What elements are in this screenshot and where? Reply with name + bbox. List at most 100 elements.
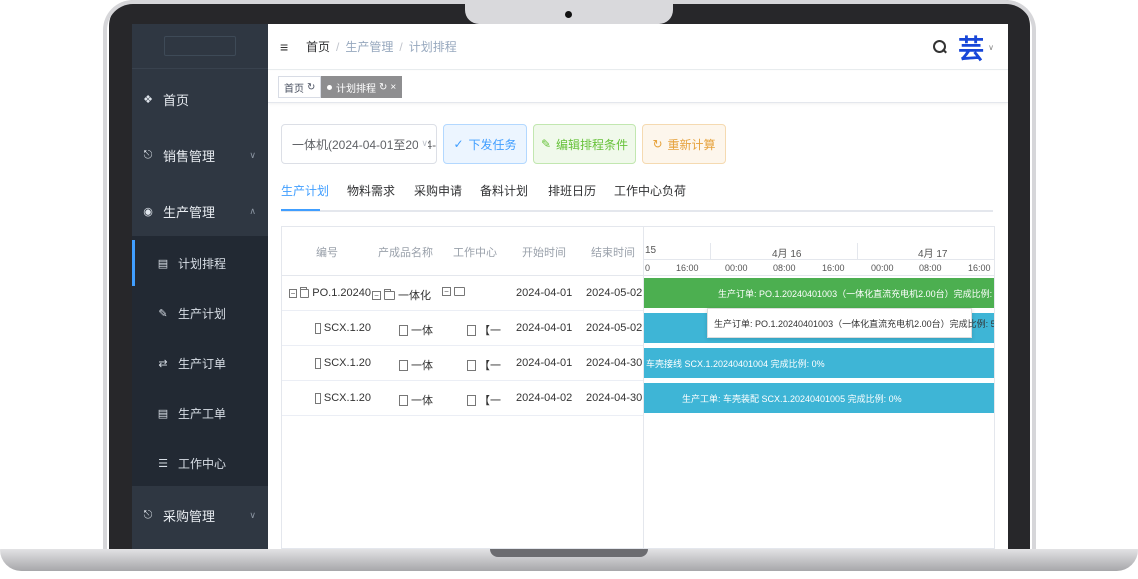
product-cell: − 一体化 (372, 287, 438, 303)
sidebar-item-order[interactable]: ⇄ 生产订单 (132, 340, 268, 386)
plan-select[interactable]: 一体机(2024-04-01至2024-0 ∨ (281, 124, 437, 164)
sidebar-item-label: 采购管理 (163, 508, 216, 524)
tag-label: 计划排程 (336, 83, 376, 95)
tags-view: 首页 ↻ 计划排程 ↻ × (268, 71, 1008, 103)
gantt-bar-task[interactable]: 车壳接线 SCX.1.20240401004 完成比例: 0% (644, 348, 994, 378)
sidebar: ❖ 首页 ⎋ 销售管理 ∨ ◉ 生产管理 ∧ ▤ 计划排程 ✎ 生产计划 ⇄ 生… (132, 24, 268, 549)
file-icon (315, 392, 321, 404)
logo-area (132, 24, 268, 69)
collapse-icon[interactable]: − (372, 290, 381, 300)
chevron-down-icon: ∨ (418, 138, 428, 149)
close-icon[interactable]: × (390, 82, 396, 93)
tab-purchase-request[interactable]: 采购申请 (414, 182, 462, 199)
chevron-down-icon: ∨ (249, 149, 256, 160)
sidebar-item-sales[interactable]: ⎋ 销售管理 ∨ (132, 132, 268, 178)
gantt-bar-order[interactable]: 生产订单: PO.1.20240401003（一体化直流充电机2.00台）完成比… (644, 278, 994, 308)
table-row[interactable]: SCX.1.20 一体 【一 2024-04-01 2024-04-30 (282, 346, 644, 381)
caret-down-icon[interactable]: ∨ (988, 43, 994, 52)
product-cell: 一体 (399, 322, 439, 338)
edit-conditions-button[interactable]: ✎ 编辑排程条件 (533, 124, 636, 164)
file-icon (467, 324, 476, 336)
tab-shift-calendar[interactable]: 排班日历 (548, 182, 596, 199)
sidebar-item-plan[interactable]: ✎ 生产计划 (132, 290, 268, 336)
day-label: 4月 16 (772, 249, 802, 260)
sidebar-item-schedule[interactable]: ▤ 计划排程 (132, 240, 268, 286)
schedule-icon: ▤ (157, 257, 169, 270)
day-label: 15 (645, 245, 657, 256)
hour-label: 08:00 (773, 263, 796, 273)
tab-production-plan[interactable]: 生产计划 (281, 182, 329, 199)
refresh-icon[interactable]: ↻ (379, 82, 387, 93)
product-text: 一体 (411, 360, 433, 372)
production-icon: ◉ (143, 205, 153, 218)
sidebar-item-label: 计划排程 (178, 256, 227, 271)
breadcrumb-current: 计划排程 (408, 40, 457, 54)
code-text: SCX.1.20 (323, 322, 371, 334)
folder-icon (299, 287, 310, 298)
product-cell: 一体 (399, 357, 439, 373)
code-cell: SCX.1.20 (315, 392, 371, 404)
sidebar-item-home[interactable]: ❖ 首页 (132, 76, 268, 122)
start-cell: 2024-04-01 (516, 287, 573, 299)
main-content: ≡ 首页 / 生产管理 / 计划排程 芸 ∨ 首页 ↻ 计划排程 ↻ × 一体机… (268, 24, 1008, 549)
production-submenu: ▤ 计划排程 ✎ 生产计划 ⇄ 生产订单 ▤ 生产工单 ☰ 工作中心 (132, 236, 268, 486)
breadcrumb-home[interactable]: 首页 (306, 38, 330, 55)
breadcrumb-production[interactable]: 生产管理 (345, 38, 393, 55)
top-navbar: ≡ 首页 / 生产管理 / 计划排程 芸 ∨ (268, 24, 1008, 70)
sidebar-item-label: 生产计划 (178, 306, 227, 321)
plan-grid: 编号 产成品名称 工作中心 开始时间 结束时间 − PO.1.20240 − 一… (281, 226, 644, 549)
table-row[interactable]: − PO.1.20240 − 一体化 − 2024-04-01 2024-05-… (282, 276, 644, 311)
file-icon (315, 357, 321, 369)
button-label: 编辑排程条件 (556, 137, 629, 152)
product-text: 一体 (411, 325, 433, 337)
gantt-bar-task[interactable]: 生产工单: 车壳装配 SCX.1.20240401005 完成比例: 0% (644, 383, 994, 413)
end-cell: 2024-04-30 (586, 392, 643, 404)
start-cell: 2024-04-01 (516, 322, 573, 334)
code-cell: − PO.1.20240 (289, 287, 371, 299)
tab-material-prep[interactable]: 备料计划 (480, 182, 528, 199)
dispatch-task-button[interactable]: ✓ 下发任务 (443, 124, 527, 164)
bar-label: 车壳接线 SCX.1.20240401004 完成比例: 0% (646, 358, 825, 369)
sidebar-item-workcenter[interactable]: ☰ 工作中心 (132, 440, 268, 486)
gantt-hour-scale: 0 16:00 00:00 08:00 16:00 00:00 08:00 16… (644, 260, 994, 276)
hamburger-icon[interactable]: ≡ (280, 39, 296, 55)
tab-workcenter-load[interactable]: 工作中心负荷 (614, 182, 686, 199)
workcenter-cell: 【一 (467, 392, 505, 408)
start-cell: 2024-04-02 (516, 392, 573, 404)
hour-label: 16:00 (822, 263, 845, 273)
collapse-icon[interactable]: − (442, 287, 451, 296)
tab-material-demand[interactable]: 物料需求 (347, 182, 395, 199)
recalculate-button[interactable]: ↻ 重新计算 (642, 124, 726, 164)
refresh-icon: ↻ (652, 137, 663, 151)
tag-home[interactable]: 首页 ↻ (278, 76, 322, 98)
file-icon (467, 394, 476, 406)
file-icon (467, 359, 476, 371)
gantt-chart: 15 4月 16 4月 17 0 16:00 00:00 08:00 16:00… (643, 226, 995, 549)
column-header: 编号 (316, 247, 338, 259)
table-row[interactable]: SCX.1.20 一体 【一 2024-04-01 2024-05-02 (282, 311, 644, 346)
collapse-icon[interactable]: − (289, 288, 297, 298)
product-text: 一体 (411, 395, 433, 407)
tag-schedule[interactable]: 计划排程 ↻ × (321, 76, 403, 98)
search-icon[interactable] (932, 39, 948, 55)
folder-icon (454, 287, 465, 296)
sidebar-item-production[interactable]: ◉ 生产管理 ∧ (132, 188, 268, 234)
end-cell: 2024-05-02 (586, 287, 643, 299)
table-row[interactable]: SCX.1.20 一体 【一 2024-04-02 2024-04-30 (282, 381, 644, 416)
sales-icon: ⎋ (143, 148, 153, 161)
hour-label: 0 (645, 263, 651, 273)
workcenter-text: 【一 (479, 325, 501, 337)
dashboard-icon: ❖ (143, 93, 153, 106)
camera-icon (565, 11, 572, 18)
tag-label: 首页 (284, 83, 304, 95)
file-icon (399, 359, 408, 371)
workcenter-icon: ☰ (158, 457, 168, 470)
sidebar-item-label: 生产工单 (178, 406, 227, 421)
refresh-icon[interactable]: ↻ (307, 82, 315, 93)
sidebar-item-label: 首页 (163, 92, 190, 108)
topbar-right: 芸 ∨ (932, 24, 1008, 70)
sidebar-item-purchase[interactable]: ⎋ 采购管理 ∨ (132, 492, 268, 538)
button-label: 重新计算 (667, 137, 716, 152)
sidebar-item-workorder[interactable]: ▤ 生产工单 (132, 390, 268, 436)
avatar[interactable]: 芸 (958, 30, 984, 64)
